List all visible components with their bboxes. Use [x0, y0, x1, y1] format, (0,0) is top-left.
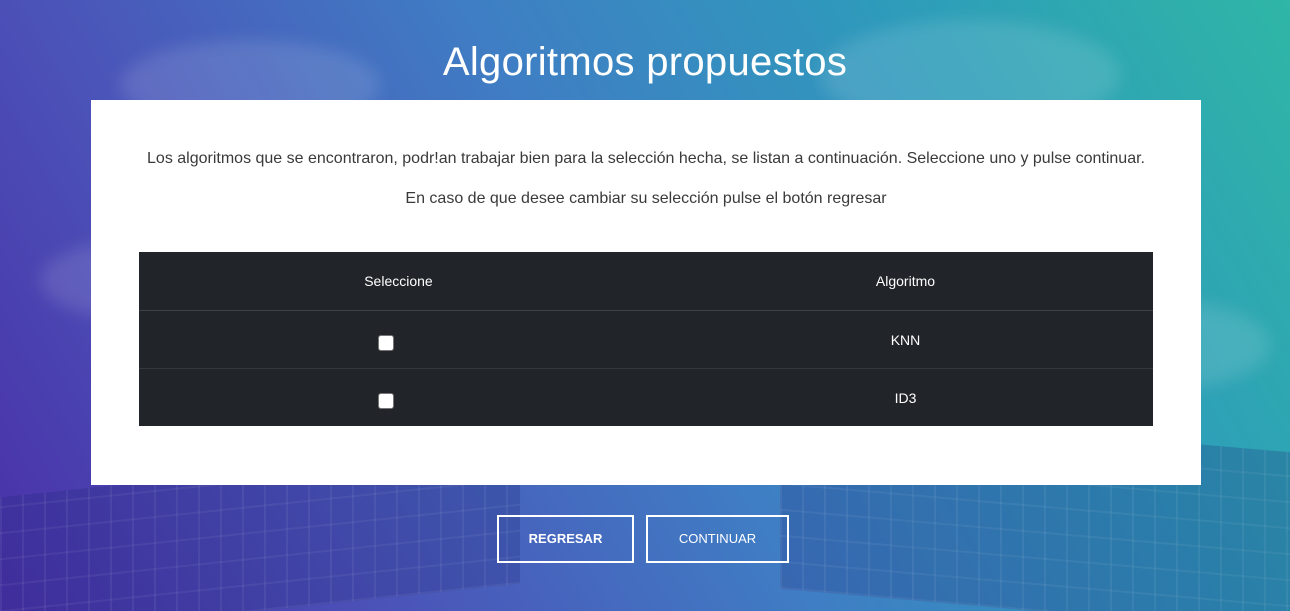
table-row: ID3	[139, 368, 1153, 426]
select-cell	[139, 368, 658, 426]
intro-text: Los algoritmos que se encontraron, podr!…	[147, 150, 1145, 167]
select-checkbox-id3[interactable]	[378, 392, 395, 409]
algorithms-table: Seleccione Algoritmo KNN ID3	[139, 252, 1153, 426]
intro-text-secondary: En caso de que desee cambiar su selecció…	[405, 190, 887, 207]
select-cell	[139, 310, 658, 369]
header-algorithm: Algoritmo	[657, 252, 1153, 311]
content-card: Los algoritmos que se encontraron, podr!…	[91, 100, 1201, 485]
table-row: KNN	[139, 310, 1153, 369]
algorithm-name: ID3	[657, 368, 1153, 426]
continue-button[interactable]: CONTINUAR	[646, 515, 789, 563]
page-title: Algoritmos propuestos	[442, 40, 848, 84]
header-select: Seleccione	[139, 252, 658, 311]
algorithm-name: KNN	[657, 310, 1153, 369]
select-checkbox-knn[interactable]	[378, 334, 395, 351]
back-button[interactable]: REGRESAR	[497, 515, 634, 563]
table-header-row: Seleccione Algoritmo	[139, 252, 1153, 311]
